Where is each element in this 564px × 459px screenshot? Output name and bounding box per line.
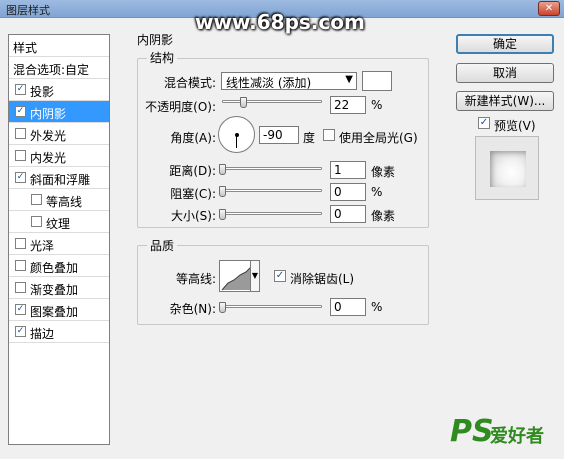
antialias-checkbox[interactable]: ✓ — [274, 270, 286, 282]
ok-button[interactable]: 确定 — [456, 34, 554, 54]
styles-header-label: 样式 — [13, 41, 38, 55]
style-item-checkbox[interactable] — [31, 216, 42, 227]
opacity-slider-thumb[interactable] — [240, 97, 247, 108]
opacity-label: 不透明度(O): — [145, 100, 216, 114]
distance-unit: 像素 — [371, 165, 396, 179]
style-item-label: 图案叠加 — [30, 305, 79, 319]
noise-label: 杂色(N): — [169, 302, 216, 316]
style-item-label: 内发光 — [30, 151, 67, 165]
opacity-slider-track[interactable] — [222, 100, 322, 103]
window-title: 图层样式 — [6, 4, 50, 17]
close-button[interactable]: ✕ — [538, 1, 560, 16]
style-item-label: 内阴影 — [30, 107, 67, 121]
style-item[interactable]: ✓ 图案叠加 — [9, 299, 109, 321]
size-slider-thumb[interactable] — [219, 209, 226, 220]
style-item-label: 投影 — [30, 85, 55, 99]
cancel-button[interactable]: 取消 — [456, 63, 554, 83]
style-item[interactable]: 渐变叠加 — [9, 277, 109, 299]
distance-input[interactable]: 1 — [330, 161, 366, 179]
style-item[interactable]: 纹理 — [9, 211, 109, 233]
angle-dial[interactable] — [218, 116, 255, 153]
choke-label: 阻塞(C): — [170, 187, 216, 201]
noise-unit: % — [371, 300, 383, 314]
style-item[interactable]: ✓ 内阴影 — [9, 101, 109, 123]
style-item-checkbox[interactable] — [15, 238, 26, 249]
style-item-checkbox[interactable] — [15, 150, 26, 161]
chevron-down-icon: ▼ — [345, 74, 353, 85]
style-item-label: 颜色叠加 — [30, 261, 79, 275]
antialias-label: 消除锯齿(L) — [290, 272, 355, 286]
size-label: 大小(S): — [170, 209, 216, 223]
size-unit: 像素 — [371, 209, 396, 223]
contour-label: 等高线: — [175, 272, 216, 286]
blend-color-swatch[interactable] — [362, 71, 392, 91]
style-item-checkbox[interactable] — [15, 260, 26, 271]
choke-unit: % — [371, 185, 383, 199]
style-item-checkbox[interactable]: ✓ — [15, 326, 26, 337]
opacity-unit: % — [371, 98, 383, 112]
style-preview-swatch — [490, 151, 526, 187]
blending-options-label: 混合选项:自定 — [13, 63, 90, 77]
angle-input[interactable]: -90 — [259, 126, 299, 144]
styles-list: 样式 混合选项:自定 ✓ 投影 ✓ 内阴影外发光内发光 ✓ 斜面和浮雕等高线纹理光泽颜色叠… — [8, 34, 110, 445]
distance-slider-thumb[interactable] — [219, 164, 226, 175]
angle-label: 角度(A): — [170, 131, 216, 145]
style-item-label: 等高线 — [46, 195, 83, 209]
choke-slider-track[interactable] — [222, 189, 322, 192]
noise-slider-thumb[interactable] — [219, 302, 226, 313]
angle-dial-needle — [236, 135, 237, 148]
choke-slider-thumb[interactable] — [219, 186, 226, 197]
size-input[interactable]: 0 — [330, 205, 366, 223]
style-item[interactable]: 光泽 — [9, 233, 109, 255]
blend-mode-dropdown[interactable]: 线性减淡 (添加) ▼ — [221, 72, 357, 90]
watermark: www.68ps.com — [195, 10, 365, 34]
style-item-checkbox[interactable]: ✓ — [15, 304, 26, 315]
style-item-label: 外发光 — [30, 129, 67, 143]
logo-text: 爱好者 — [490, 426, 544, 447]
style-item[interactable]: 等高线 — [9, 189, 109, 211]
blend-mode-label: 混合模式: — [163, 76, 216, 90]
style-item-checkbox[interactable]: ✓ — [15, 84, 26, 95]
logo-ps: PS — [450, 414, 494, 449]
style-item[interactable]: ✓ 描边 — [9, 321, 109, 343]
preview-checkbox[interactable]: ✓ — [478, 117, 490, 129]
style-item-checkbox[interactable] — [15, 128, 26, 139]
distance-label: 距离(D): — [169, 164, 216, 178]
style-item-label: 描边 — [30, 327, 55, 341]
style-item-label: 纹理 — [46, 217, 71, 231]
style-item[interactable]: 颜色叠加 — [9, 255, 109, 277]
style-item-checkbox[interactable]: ✓ — [15, 172, 26, 183]
global-light-checkbox[interactable] — [323, 129, 335, 141]
style-item[interactable]: ✓ 投影 — [9, 79, 109, 101]
choke-input[interactable]: 0 — [330, 183, 366, 201]
blending-options-item[interactable]: 混合选项:自定 — [9, 57, 109, 79]
new-style-button[interactable]: 新建样式(W)... — [456, 91, 554, 111]
style-item-label: 斜面和浮雕 — [30, 173, 91, 187]
styles-header[interactable]: 样式 — [9, 35, 109, 57]
style-item-checkbox[interactable]: ✓ — [15, 106, 26, 117]
ps-logo: PS 爱好者 — [450, 412, 560, 452]
contour-dropdown-arrow[interactable]: ▼ — [250, 260, 260, 292]
noise-input[interactable]: 0 — [330, 298, 366, 316]
global-light-label: 使用全局光(G) — [339, 131, 418, 145]
blend-mode-value: 线性减淡 (添加) — [226, 76, 312, 90]
noise-slider-track[interactable] — [222, 305, 322, 308]
preview-label: 预览(V) — [494, 119, 536, 133]
angle-unit: 度 — [303, 131, 316, 145]
structure-title: 结构 — [147, 49, 178, 66]
style-item[interactable]: ✓ 斜面和浮雕 — [9, 167, 109, 189]
style-item[interactable]: 外发光 — [9, 123, 109, 145]
section-title: 内阴影 — [137, 33, 174, 47]
style-item-checkbox[interactable] — [31, 194, 42, 205]
distance-slider-track[interactable] — [222, 167, 322, 170]
style-preview-thumbnail — [475, 136, 539, 200]
style-item-checkbox[interactable] — [15, 282, 26, 293]
style-item-label: 渐变叠加 — [30, 283, 79, 297]
opacity-input[interactable]: 22 — [330, 96, 366, 114]
style-item-label: 光泽 — [30, 239, 55, 253]
size-slider-track[interactable] — [222, 212, 322, 215]
style-item[interactable]: 内发光 — [9, 145, 109, 167]
quality-title: 品质 — [147, 237, 178, 254]
